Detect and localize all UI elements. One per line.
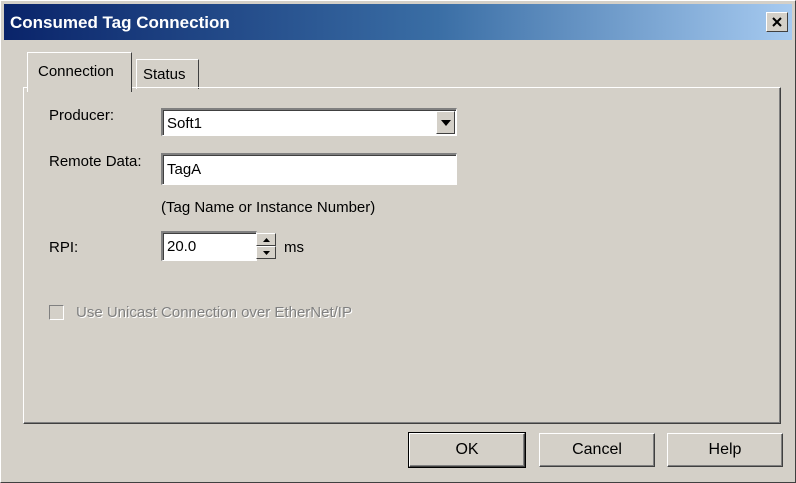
consumed-tag-connection-dialog: Consumed Tag Connection Connection Statu… bbox=[0, 0, 796, 483]
remote-data-input[interactable]: TagA bbox=[161, 153, 457, 185]
remote-data-value: TagA bbox=[167, 161, 202, 178]
rpi-input[interactable]: 20.0 bbox=[161, 231, 257, 261]
producer-label: Producer: bbox=[49, 107, 115, 124]
rpi-spin-down-button[interactable] bbox=[256, 246, 276, 259]
unicast-label: Use Unicast Connection over EtherNet/IP bbox=[76, 304, 352, 321]
tab-status-label: Status bbox=[143, 66, 186, 83]
arrow-up-icon bbox=[263, 238, 270, 242]
rpi-label: RPI: bbox=[49, 239, 79, 256]
unicast-checkbox[interactable] bbox=[49, 305, 64, 320]
rpi-spinner[interactable] bbox=[256, 233, 276, 259]
title-bar[interactable]: Consumed Tag Connection bbox=[4, 4, 792, 40]
producer-dropdown[interactable]: Soft1 bbox=[161, 108, 457, 136]
producer-value: Soft1 bbox=[167, 115, 203, 132]
help-button[interactable]: Help bbox=[667, 433, 783, 467]
tab-connection-label: Connection bbox=[38, 63, 114, 80]
remote-data-label: Remote Data: bbox=[49, 153, 142, 170]
tab-connection[interactable]: Connection bbox=[27, 52, 132, 92]
close-icon bbox=[772, 17, 782, 27]
close-button[interactable] bbox=[766, 12, 788, 32]
remote-data-hint: (Tag Name or Instance Number) bbox=[161, 199, 376, 216]
rpi-value: 20.0 bbox=[167, 238, 197, 255]
chevron-down-icon bbox=[441, 120, 451, 126]
ok-button[interactable]: OK bbox=[408, 432, 526, 468]
rpi-unit: ms bbox=[284, 239, 304, 256]
rpi-spin-up-button[interactable] bbox=[256, 233, 276, 246]
tab-status[interactable]: Status bbox=[136, 59, 199, 89]
cancel-button[interactable]: Cancel bbox=[539, 433, 655, 467]
connection-tab-panel bbox=[23, 87, 781, 424]
window-title: Consumed Tag Connection bbox=[10, 13, 230, 32]
arrow-down-icon bbox=[263, 251, 270, 255]
producer-dropdown-button[interactable] bbox=[436, 111, 455, 134]
